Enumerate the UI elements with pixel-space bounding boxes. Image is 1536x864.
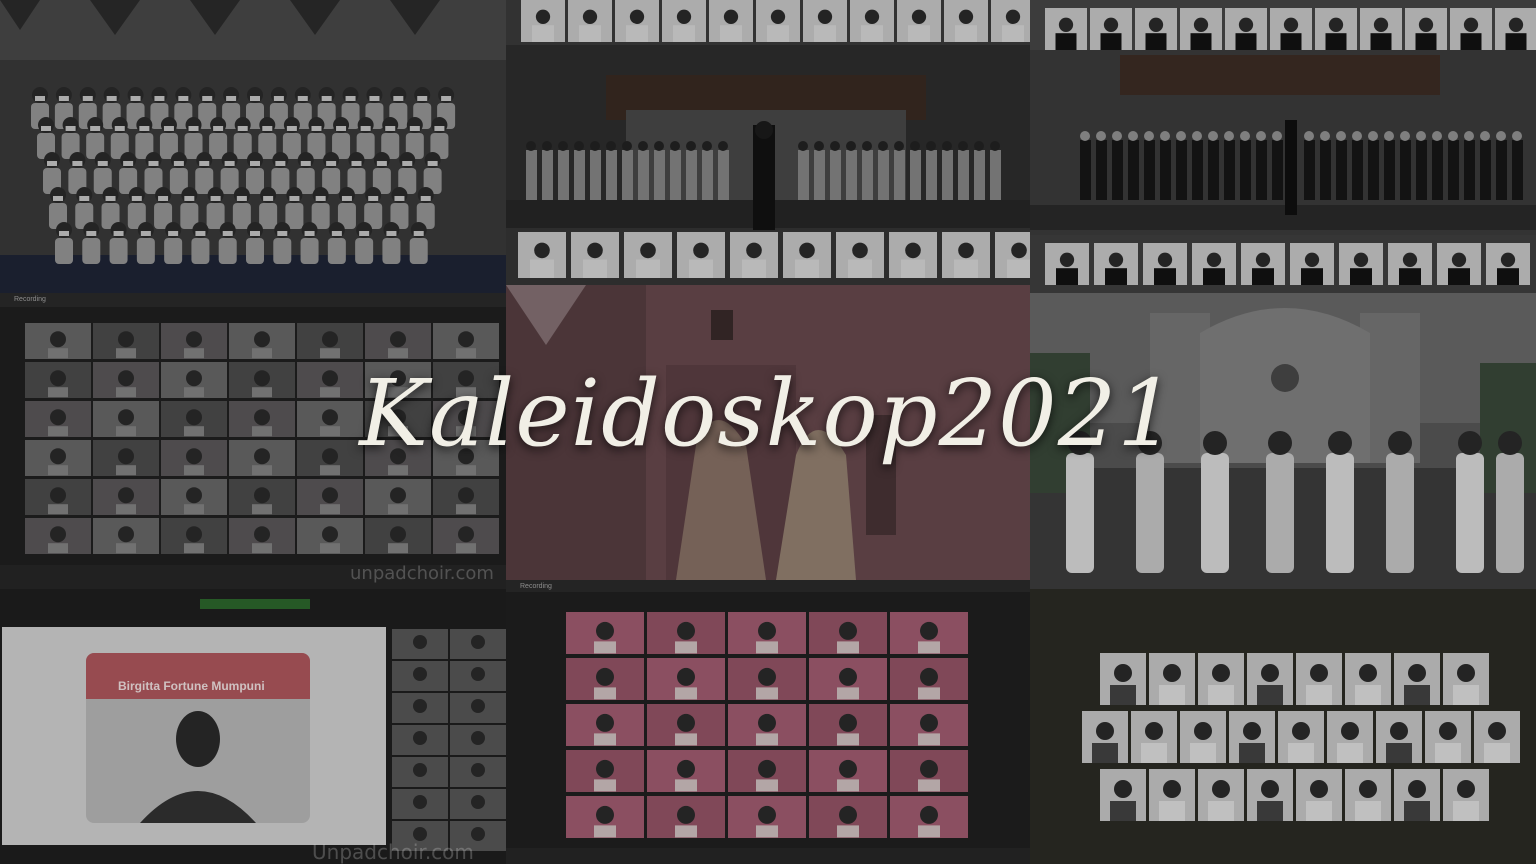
- recording-label-1: Recording: [14, 296, 46, 303]
- page-title: Kaleidoskop2021: [359, 360, 1177, 467]
- zoom-meeting-grid-2: [506, 580, 1030, 864]
- black-attire-choir-photo: [1030, 0, 1536, 293]
- member-portraits-grid: [1030, 589, 1536, 864]
- recording-label-2: Recording: [520, 583, 552, 590]
- choir-group-photo: [0, 0, 506, 293]
- watermark-top: unpadchoir.com: [350, 563, 494, 584]
- watermark-bottom: Unpadchoir.com: [312, 840, 474, 864]
- conductor-stage-photo: [506, 0, 1030, 285]
- virtual-concert-screen: [0, 589, 506, 864]
- performer-name-card: Birgitta Fortune Mumpuni: [118, 679, 265, 693]
